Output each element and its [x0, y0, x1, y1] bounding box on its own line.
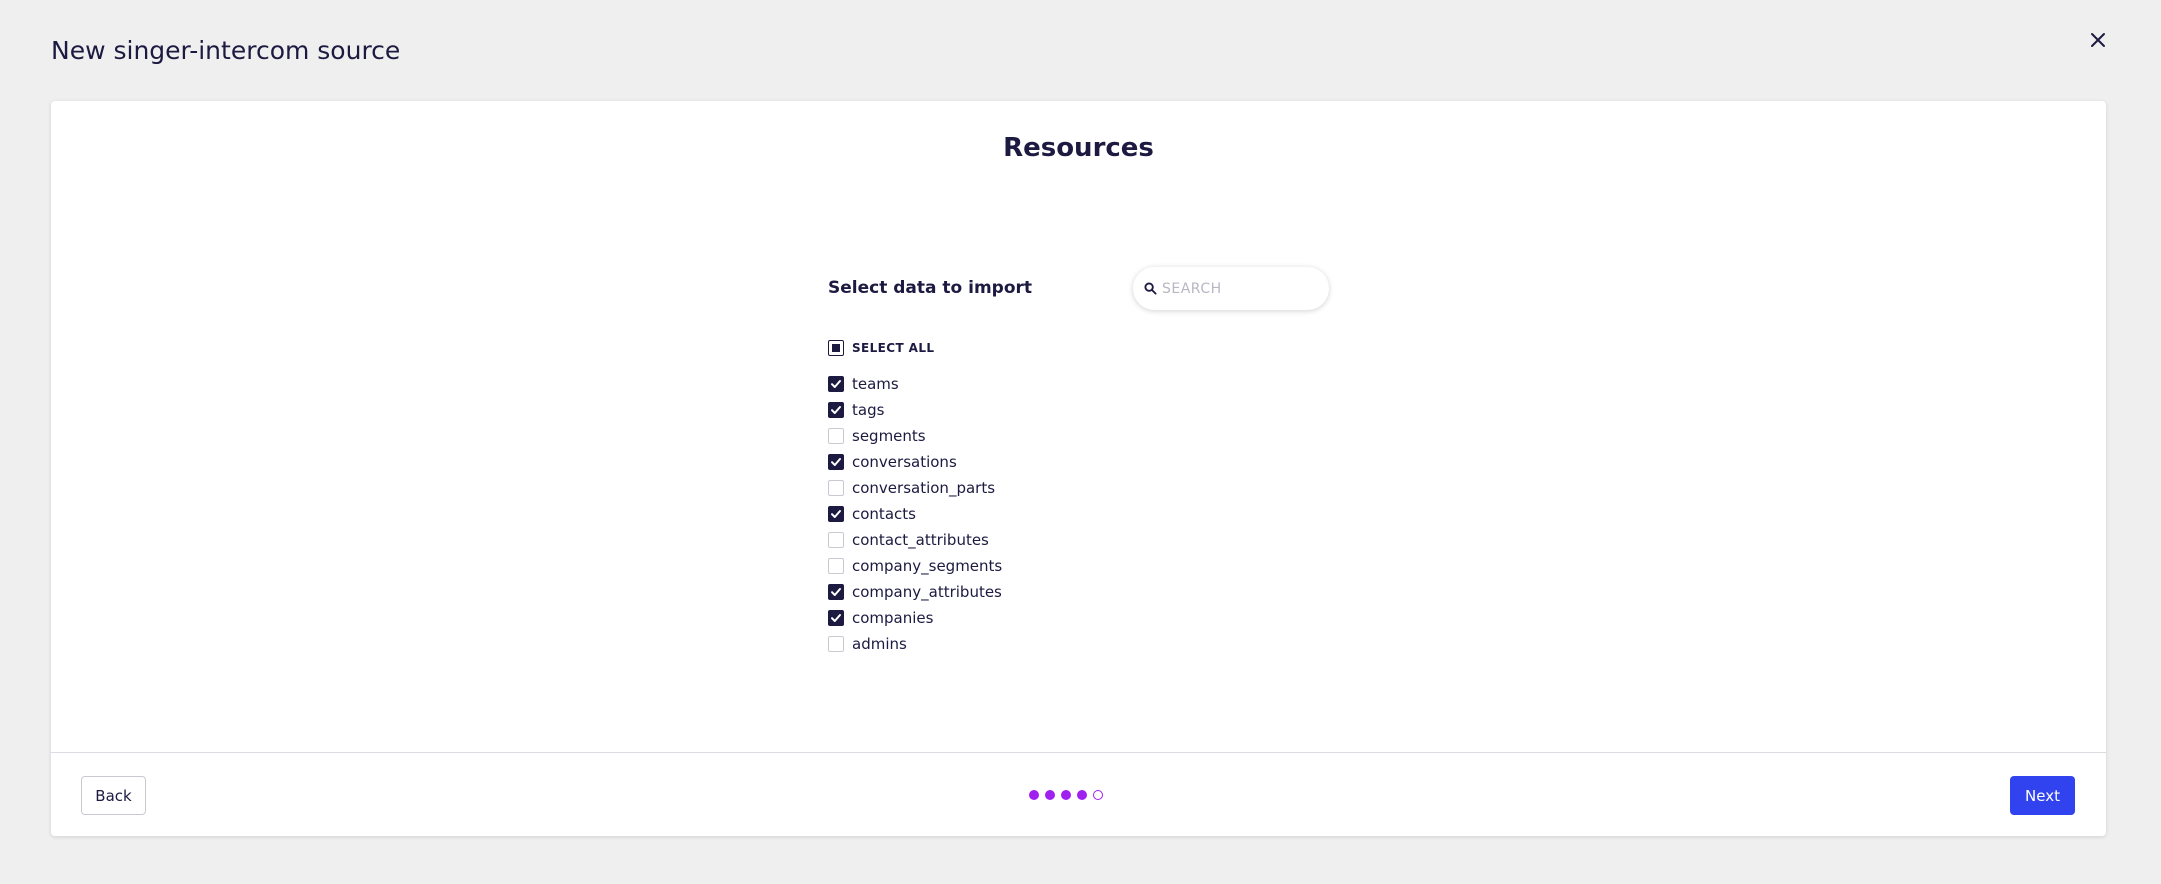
resource-row[interactable]: admins [828, 631, 1002, 657]
resource-checkbox[interactable] [828, 558, 844, 574]
select-all-checkbox[interactable] [828, 340, 844, 356]
next-button[interactable]: Next [2010, 776, 2075, 815]
resource-label: conversations [852, 453, 957, 471]
step-dot-current [1093, 790, 1103, 800]
resource-label: conversation_parts [852, 479, 996, 497]
check-icon [831, 510, 841, 518]
select-all-row[interactable]: SELECT ALL [828, 335, 1002, 361]
search-icon [1144, 282, 1157, 295]
resource-label: teams [852, 375, 899, 393]
step-dot-done [1029, 790, 1039, 800]
card-title: Resources [1003, 133, 1154, 163]
close-icon [2091, 33, 2105, 47]
step-dot-done [1061, 790, 1071, 800]
check-icon [831, 406, 841, 414]
resource-row[interactable]: conversation_parts [828, 475, 1002, 501]
resource-checkbox[interactable] [828, 402, 844, 418]
resource-label: tags [852, 401, 885, 419]
resource-checkbox[interactable] [828, 506, 844, 522]
resource-row[interactable]: contact_attributes [828, 527, 1002, 553]
resource-checkbox[interactable] [828, 454, 844, 470]
footer-divider [51, 752, 2106, 753]
resource-checkbox[interactable] [828, 428, 844, 444]
section-label: Select data to import [828, 278, 1033, 298]
resource-label: segments [852, 427, 926, 445]
resource-row[interactable]: segments [828, 423, 1002, 449]
search-box [1133, 267, 1329, 310]
page-title: New singer-intercom source [51, 36, 401, 65]
resource-label: contacts [852, 505, 916, 523]
resource-label: company_segments [852, 557, 1003, 575]
select-all-label: SELECT ALL [852, 341, 935, 355]
resource-checkbox[interactable] [828, 376, 844, 392]
resource-label: admins [852, 635, 907, 653]
resource-row[interactable]: teams [828, 371, 1002, 397]
resource-row[interactable]: company_attributes [828, 579, 1002, 605]
close-button[interactable] [2086, 28, 2110, 52]
resource-list: SELECT ALL teams tags segments conversation… [828, 335, 1002, 657]
step-dot-done [1077, 790, 1087, 800]
step-dot-done [1045, 790, 1055, 800]
resource-label: company_attributes [852, 583, 1002, 601]
step-indicator [1029, 790, 1103, 800]
check-icon [831, 588, 841, 596]
wizard-card: Resources Select data to import SELECT A… [51, 101, 2106, 836]
resource-label: contact_attributes [852, 531, 989, 549]
resource-checkbox[interactable] [828, 610, 844, 626]
check-icon [831, 458, 841, 466]
resource-items: teams tags segments conversations conversati… [828, 371, 1002, 657]
resource-row[interactable]: tags [828, 397, 1002, 423]
resource-row[interactable]: companies [828, 605, 1002, 631]
indeterminate-mark [832, 344, 840, 352]
resource-checkbox[interactable] [828, 636, 844, 652]
resource-row[interactable]: company_segments [828, 553, 1002, 579]
check-icon [831, 380, 841, 388]
check-icon [831, 614, 841, 622]
resource-label: companies [852, 609, 934, 627]
resource-checkbox[interactable] [828, 532, 844, 548]
resource-checkbox[interactable] [828, 584, 844, 600]
resource-row[interactable]: conversations [828, 449, 1002, 475]
back-button[interactable]: Back [81, 776, 146, 815]
resource-row[interactable]: contacts [828, 501, 1002, 527]
search-input[interactable] [1162, 280, 1312, 297]
resource-checkbox[interactable] [828, 480, 844, 496]
